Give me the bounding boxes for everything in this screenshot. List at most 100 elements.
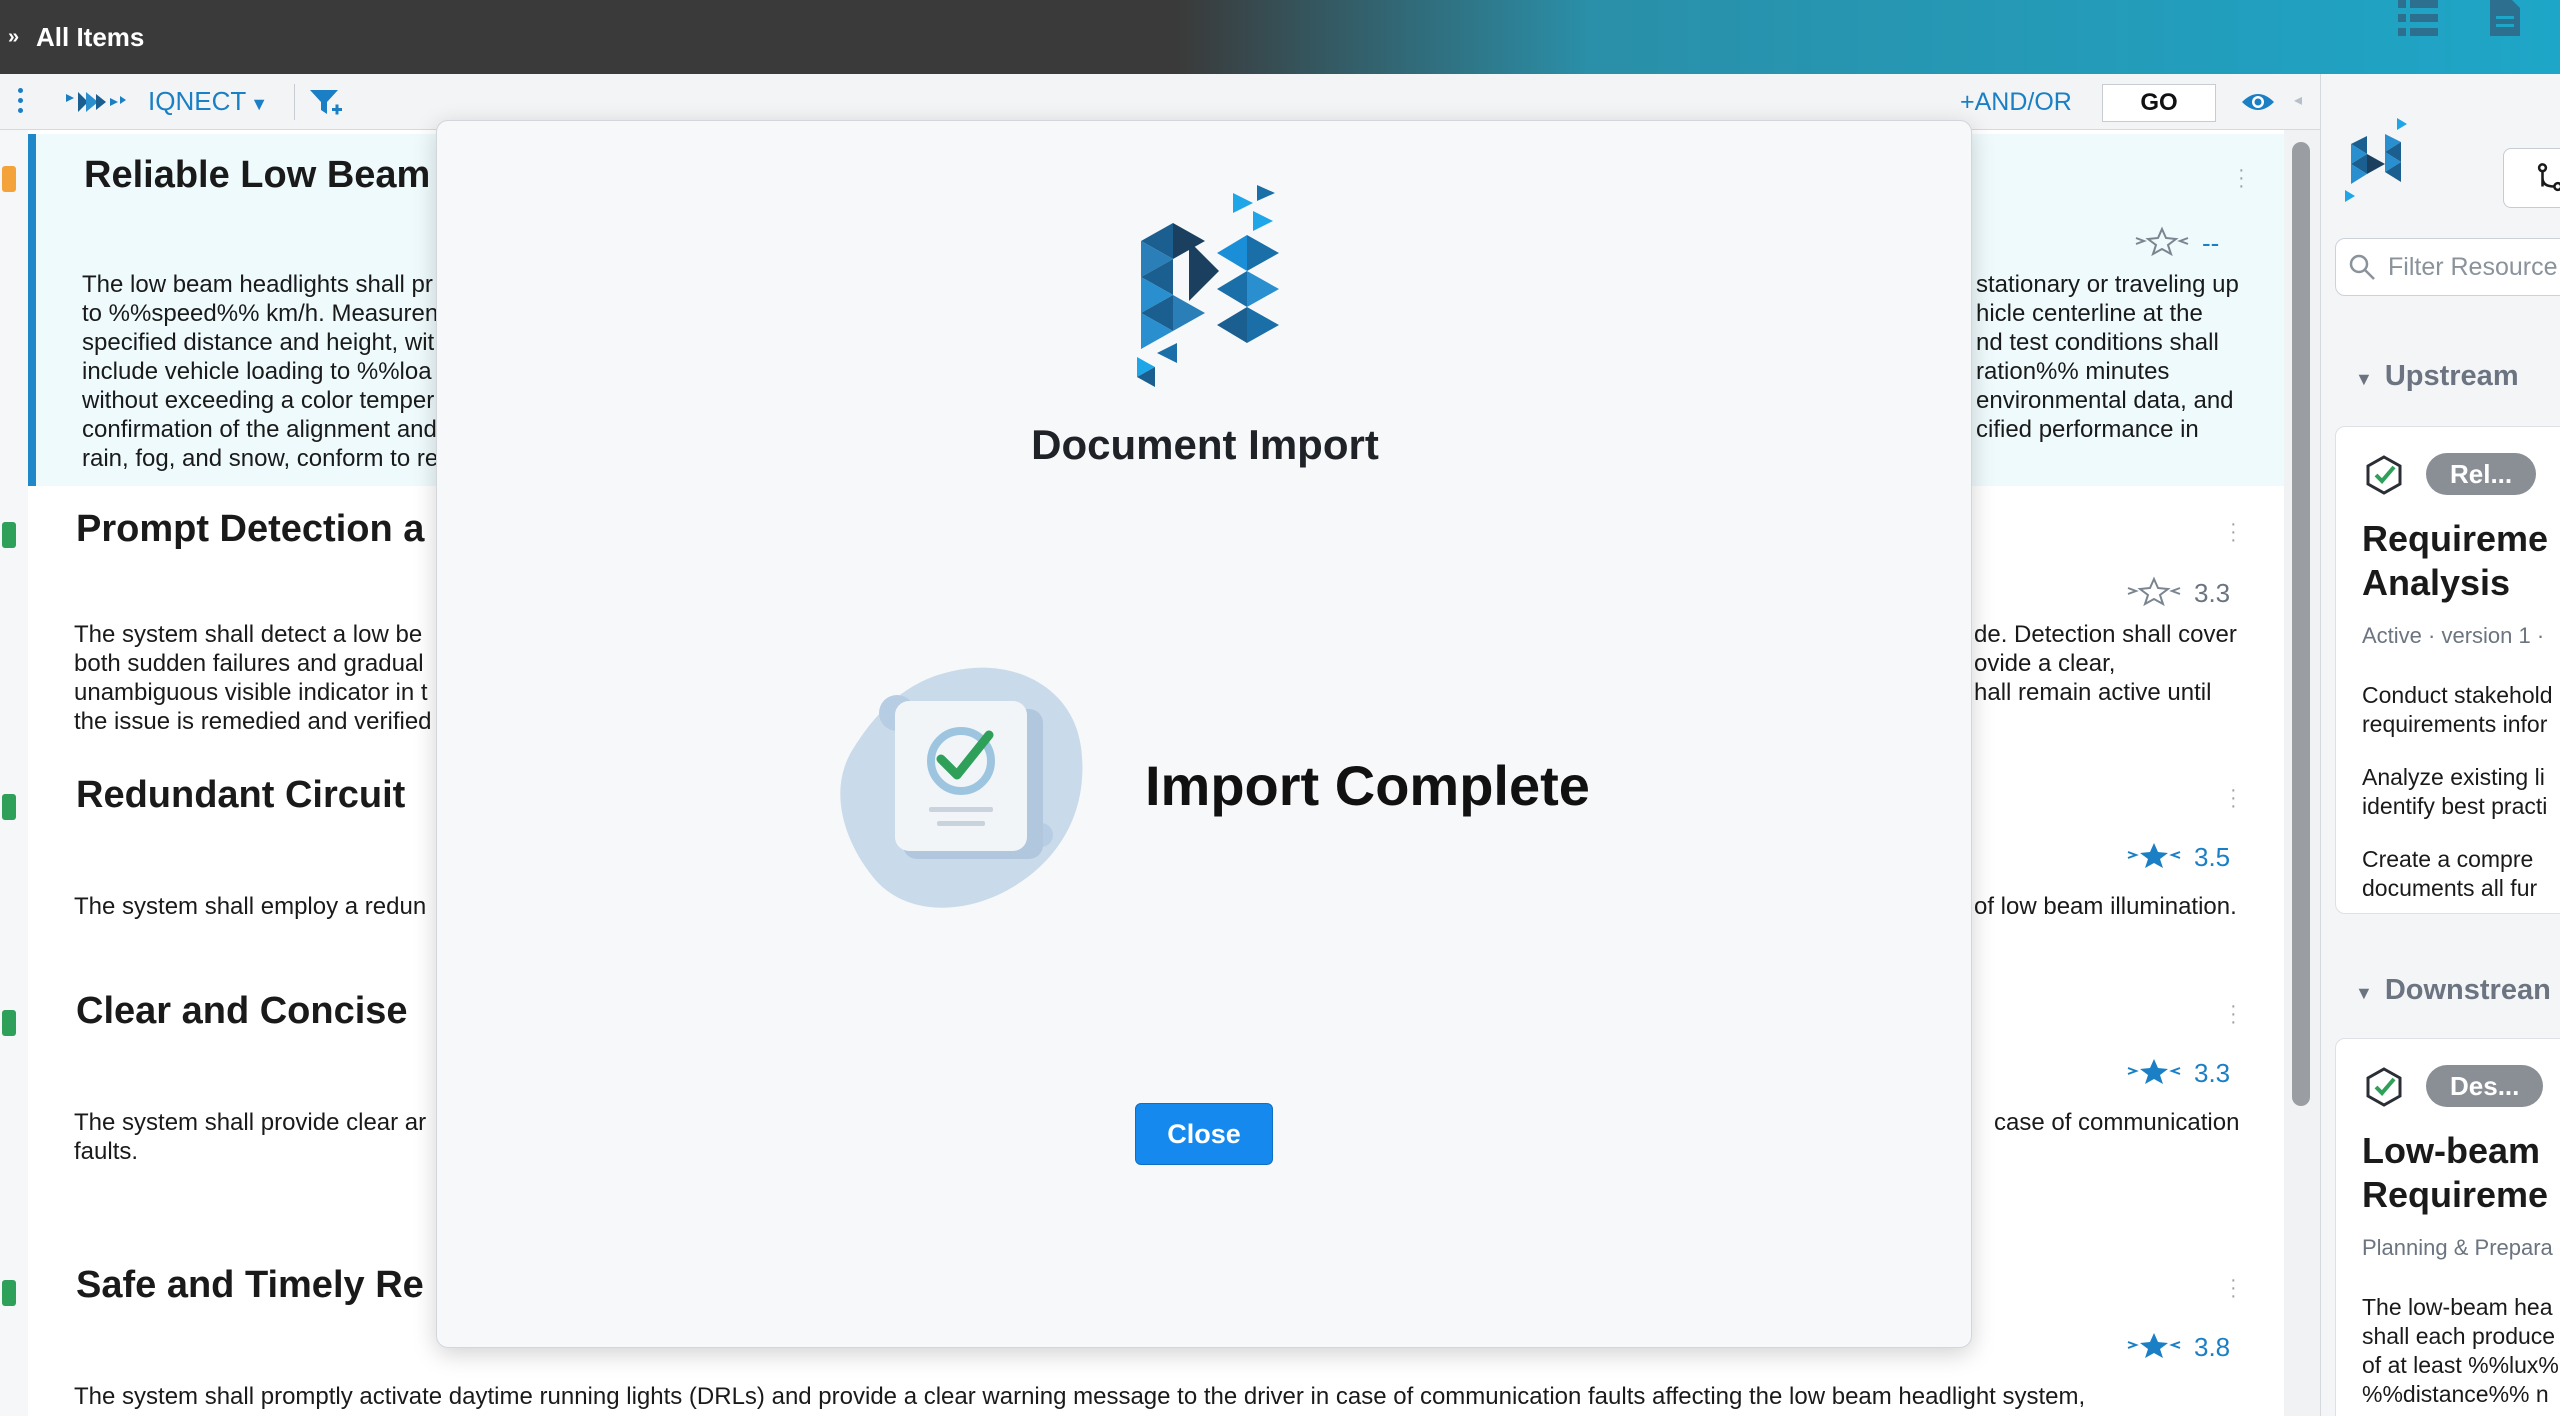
go-button[interactable]: GO <box>2102 84 2216 122</box>
item-menu-icon[interactable]: · · · <box>2230 996 2237 1032</box>
item-text-line: cified performance in <box>1976 416 2199 443</box>
import-status: Import Complete <box>1145 754 1590 817</box>
scrollbar-thumb[interactable] <box>2292 142 2310 1106</box>
item-body-right: de. Detection shall cover ovide a clear,… <box>1974 620 2274 707</box>
item-text-line: de. Detection shall cover <box>1974 621 2237 648</box>
rating-value: 3.5 <box>2194 842 2231 872</box>
card-text: documents all fur <box>2362 875 2538 901</box>
card-text: shall each produce <box>2362 1323 2556 1349</box>
close-button[interactable]: Close <box>1135 1103 1273 1165</box>
expand-sidebar-button[interactable]: » <box>8 26 19 49</box>
caret-down-icon: ▼ <box>2355 369 2373 389</box>
item-body-right: of low beam illumination. <box>1974 892 2274 921</box>
and-or-button[interactable]: +AND/OR <box>1960 88 2072 117</box>
brand-logo-icon <box>2345 118 2407 202</box>
downstream-card[interactable]: Des... Low-beam Requireme Planning & Pre… <box>2335 1038 2560 1416</box>
star-rating-icon <box>2127 1333 2181 1358</box>
rating-value: 3.8 <box>2194 1332 2231 1362</box>
star-rating-icon <box>2127 576 2181 606</box>
rating-value: 3.3 <box>2194 1058 2231 1088</box>
item-marker <box>2 1280 16 1306</box>
filter-add-icon[interactable] <box>308 86 344 120</box>
caret-down-icon: ▼ <box>2355 983 2373 1003</box>
type-badge: Rel... <box>2426 453 2537 495</box>
card-text: of at least %%lux% <box>2362 1352 2559 1378</box>
item-text-line: case of communication <box>1994 1109 2240 1136</box>
upstream-card[interactable]: Rel... Requireme Analysis Active · versi… <box>2335 426 2560 914</box>
list-view-icon[interactable] <box>2392 0 2444 40</box>
item-rating[interactable]: 3.5 <box>2124 840 2264 872</box>
item-rating[interactable]: 3.3 <box>2124 1056 2264 1088</box>
kebab-vertical-icon[interactable] <box>18 88 26 116</box>
item-text-line: environmental data, and <box>1976 387 2234 414</box>
resource-panel: Filter Resource ▼ Upstream Rel... Require… <box>2320 74 2560 1416</box>
card-title: Low-beam <box>2362 1130 2541 1171</box>
card-title: Analysis <box>2362 562 2511 603</box>
left-marker-strip <box>0 130 28 1416</box>
item-rating[interactable]: -- <box>2132 226 2272 258</box>
filter-placeholder: Filter Resource <box>2388 253 2558 281</box>
iqnect-logo-icon[interactable] <box>64 88 128 116</box>
card-text: requirements infor <box>2362 711 2548 737</box>
item-marker <box>2 522 16 548</box>
card-text: The low-beam hea <box>2362 1294 2553 1320</box>
item-menu-icon[interactable]: · · · <box>2230 1270 2237 1306</box>
item-text-line: hicle centerline at the <box>1976 300 2203 327</box>
document-import-dialog: Document Import Import Complete Close <box>436 120 1972 1348</box>
item-text-line: ration%% minutes <box>1976 358 2170 385</box>
item-text-line: ovide a clear, <box>1974 650 2116 677</box>
hexagon-check-icon <box>2366 455 2402 495</box>
item-body-right: case of communication <box>1994 1108 2274 1137</box>
page-title: All Items <box>36 22 145 52</box>
item-marker <box>2 166 16 192</box>
item-text-line: The system shall promptly activate dayti… <box>74 1383 2086 1410</box>
card-text: identify best practi <box>2362 793 2548 819</box>
document-check-icon <box>840 667 1083 908</box>
search-icon <box>2349 254 2375 280</box>
item-title[interactable]: Prompt Detection a <box>76 508 424 551</box>
branch-icon <box>2537 163 2560 192</box>
rating-value: -- <box>2202 228 2220 258</box>
dialog-title: Document Import <box>1031 421 1379 468</box>
card-text: Analyze existing li <box>2362 764 2545 790</box>
item-body: The system shall promptly activate dayti… <box>74 1382 2274 1411</box>
document-icon[interactable] <box>2478 0 2530 40</box>
item-menu-icon[interactable]: · · · <box>2230 514 2237 550</box>
item-rating[interactable]: 3.8 <box>2124 1330 2264 1362</box>
divider <box>294 84 295 120</box>
card-text: Conduct stakehold <box>2362 682 2553 708</box>
item-marker <box>2 1010 16 1036</box>
star-rating-icon <box>2127 1059 2181 1084</box>
star-rating-icon <box>2135 226 2189 256</box>
card-text: %%distance%% n <box>2362 1381 2549 1407</box>
brand-logo-icon <box>1137 185 1279 387</box>
item-title[interactable]: Redundant Circuit <box>76 774 405 817</box>
item-text-line: of low beam illumination. <box>1974 893 2237 920</box>
star-rating-icon <box>2127 843 2181 868</box>
downstream-label: Downstrean <box>2384 974 2551 1006</box>
trace-view-button[interactable] <box>2503 148 2560 208</box>
item-marker <box>2 794 16 820</box>
hexagon-check-icon <box>2366 1067 2402 1107</box>
card-title: Requireme <box>2362 518 2549 559</box>
eye-icon[interactable] <box>2240 88 2276 116</box>
upstream-section-toggle[interactable]: ▼ Upstream <box>2355 360 2519 393</box>
chevron-down-icon: ▼ <box>250 94 269 114</box>
downstream-section-toggle[interactable]: ▼ Downstrean <box>2355 974 2551 1007</box>
item-text-line: nd test conditions shall <box>1976 329 2219 356</box>
top-bar: » All Items <box>0 0 2560 74</box>
item-menu-icon[interactable]: · · · <box>2230 780 2237 816</box>
item-body-right: stationary or traveling up hicle centerl… <box>1976 270 2276 444</box>
item-menu-icon[interactable]: · · · <box>2238 160 2245 196</box>
filter-resources-input[interactable]: Filter Resource <box>2335 238 2560 296</box>
item-rating[interactable]: 3.3 <box>2124 576 2264 608</box>
item-title[interactable]: Safe and Timely Re <box>76 1264 424 1307</box>
product-name: IQNECT <box>148 86 247 116</box>
product-switcher[interactable]: IQNECT ▼ <box>148 86 268 117</box>
card-meta: Planning & Prepara <box>2362 1235 2553 1260</box>
card-meta: Active · version 1 · <box>2362 623 2545 648</box>
rating-value: 3.3 <box>2194 578 2231 608</box>
item-title[interactable]: Clear and Concise <box>76 990 408 1033</box>
item-title[interactable]: Reliable Low Beam <box>84 154 430 197</box>
list-scrollbar[interactable] <box>2284 130 2320 1416</box>
